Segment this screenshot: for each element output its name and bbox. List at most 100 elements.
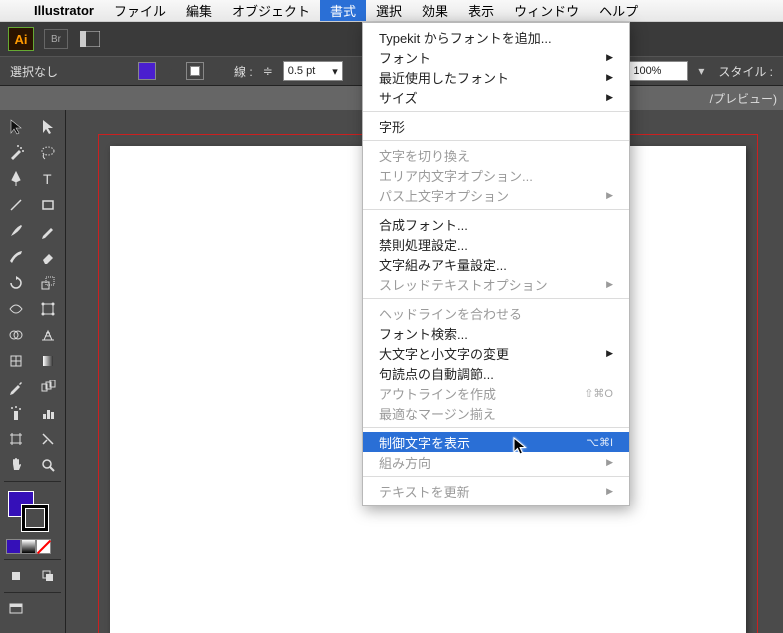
column-graph-tool[interactable]: [32, 400, 64, 426]
menu-item[interactable]: フォント: [363, 47, 629, 67]
none-mode-button[interactable]: [36, 539, 51, 554]
menu-item-label: スレッドテキストオプション: [379, 275, 548, 294]
rotate-tool[interactable]: [0, 270, 32, 296]
menu-item-label: 制御文字を表示: [379, 433, 470, 452]
width-tool[interactable]: [0, 296, 32, 322]
app-name[interactable]: Illustrator: [24, 3, 104, 18]
mesh-tool[interactable]: [0, 348, 32, 374]
menu-item: 組み方向: [363, 452, 629, 472]
menu-item: テキストを更新: [363, 481, 629, 501]
screen-mode-button[interactable]: [0, 596, 32, 622]
draw-behind-button[interactable]: [32, 563, 64, 589]
menu-item-label: 文字組みアキ量設定...: [379, 255, 507, 274]
stroke-label: 線 :: [234, 63, 253, 80]
menu-item-label: 最適なマージン揃え: [379, 404, 496, 423]
menu-separator: [363, 427, 629, 428]
fill-swatch[interactable]: [138, 62, 156, 80]
menu-item: アウトラインを作成 ⇧⌘O: [363, 383, 629, 403]
menu-item[interactable]: 大文字と小文字の変更: [363, 343, 629, 363]
free-transform-tool[interactable]: [32, 296, 64, 322]
menu-item-label: フォント: [379, 48, 431, 67]
gradient-tool[interactable]: [32, 348, 64, 374]
menu-item-shortcut: ⌥⌘I: [586, 436, 613, 449]
menu-item[interactable]: 禁則処理設定...: [363, 234, 629, 254]
app-logo-icon: Ai: [8, 27, 34, 51]
eraser-tool[interactable]: [32, 244, 64, 270]
menu-item: ヘッドラインを合わせる: [363, 303, 629, 323]
pencil-tool[interactable]: [32, 218, 64, 244]
menu-効果[interactable]: 効果: [412, 0, 458, 21]
menu-選択[interactable]: 選択: [366, 0, 412, 21]
menu-オブジェクト[interactable]: オブジェクト: [222, 0, 320, 21]
menu-ヘルプ[interactable]: ヘルプ: [589, 0, 648, 21]
menu-item[interactable]: サイズ: [363, 87, 629, 107]
zoom-tool[interactable]: [32, 452, 64, 478]
menu-item: 最適なマージン揃え: [363, 403, 629, 423]
paintbrush-tool[interactable]: [0, 218, 32, 244]
menu-item-label: 組み方向: [379, 453, 431, 472]
bridge-button[interactable]: Br: [44, 29, 68, 49]
menu-item-label: 最近使用したフォント: [379, 68, 509, 87]
menu-item-label: ヘッドラインを合わせる: [379, 304, 522, 323]
menu-item[interactable]: 句読点の自動調節...: [363, 363, 629, 383]
menu-item[interactable]: 合成フォント...: [363, 214, 629, 234]
menu-ウィンドウ[interactable]: ウィンドウ: [504, 0, 589, 21]
menu-item: スレッドテキストオプション: [363, 274, 629, 294]
menu-item[interactable]: 制御文字を表示 ⌥⌘I: [363, 432, 629, 452]
line-tool[interactable]: [0, 192, 32, 218]
stroke-weight-field[interactable]: 0.5 pt▾: [283, 61, 343, 81]
type-menu-dropdown: Typekit からフォントを追加...フォント最近使用したフォントサイズ字形文…: [362, 22, 630, 506]
menu-item-label: パス上文字オプション: [379, 186, 509, 205]
magic-wand-tool[interactable]: [0, 140, 32, 166]
fill-stroke-proxy[interactable]: [0, 485, 65, 537]
stroke-swatch[interactable]: [186, 62, 204, 80]
rectangle-tool[interactable]: [32, 192, 64, 218]
menu-separator: [363, 298, 629, 299]
menu-item-label: アウトラインを作成: [379, 384, 496, 403]
shape-builder-tool[interactable]: [0, 322, 32, 348]
selection-tool[interactable]: [0, 114, 32, 140]
menu-item-label: 字形: [379, 117, 405, 136]
menu-編集[interactable]: 編集: [176, 0, 222, 21]
color-mode-button[interactable]: [6, 539, 21, 554]
pen-tool[interactable]: [0, 166, 32, 192]
lasso-tool[interactable]: [32, 140, 64, 166]
eyedropper-tool[interactable]: [0, 374, 32, 400]
type-tool[interactable]: T: [32, 166, 64, 192]
menu-item-label: 文字を切り換え: [379, 146, 470, 165]
tools-panel: T: [0, 110, 66, 633]
scale-tool[interactable]: [32, 270, 64, 296]
menu-item[interactable]: 字形: [363, 116, 629, 136]
menu-item-label: フォント検索...: [379, 324, 468, 343]
menu-item-label: テキストを更新: [379, 482, 470, 501]
draw-normal-button[interactable]: [0, 563, 32, 589]
workspace-switcher[interactable]: [78, 29, 102, 49]
perspective-grid-tool[interactable]: [32, 322, 64, 348]
menu-ファイル[interactable]: ファイル: [104, 0, 176, 21]
menu-separator: [363, 209, 629, 210]
menu-書式[interactable]: 書式: [320, 0, 366, 21]
menu-item[interactable]: 最近使用したフォント: [363, 67, 629, 87]
blob-brush-tool[interactable]: [0, 244, 32, 270]
menu-item-shortcut: ⇧⌘O: [584, 387, 613, 400]
opacity-field[interactable]: 100%: [628, 61, 688, 81]
menu-item[interactable]: Typekit からフォントを追加...: [363, 27, 629, 47]
menu-item-label: エリア内文字オプション...: [379, 166, 533, 185]
symbol-sprayer-tool[interactable]: [0, 400, 32, 426]
menu-item-label: 合成フォント...: [379, 215, 468, 234]
gradient-mode-button[interactable]: [21, 539, 36, 554]
menu-separator: [363, 111, 629, 112]
os-menubar: Illustrator ファイル編集オブジェクト書式選択効果表示ウィンドウヘルプ: [0, 0, 783, 22]
artboard-tool[interactable]: [0, 426, 32, 452]
menu-表示[interactable]: 表示: [458, 0, 504, 21]
menu-item[interactable]: フォント検索...: [363, 323, 629, 343]
document-tab-label[interactable]: /プレビュー): [704, 90, 783, 107]
menu-item[interactable]: 文字組みアキ量設定...: [363, 254, 629, 274]
hand-tool[interactable]: [0, 452, 32, 478]
menu-item: エリア内文字オプション...: [363, 165, 629, 185]
slice-tool[interactable]: [32, 426, 64, 452]
direct-selection-tool[interactable]: [32, 114, 64, 140]
blend-tool[interactable]: [32, 374, 64, 400]
menu-separator: [363, 476, 629, 477]
menu-separator: [363, 140, 629, 141]
